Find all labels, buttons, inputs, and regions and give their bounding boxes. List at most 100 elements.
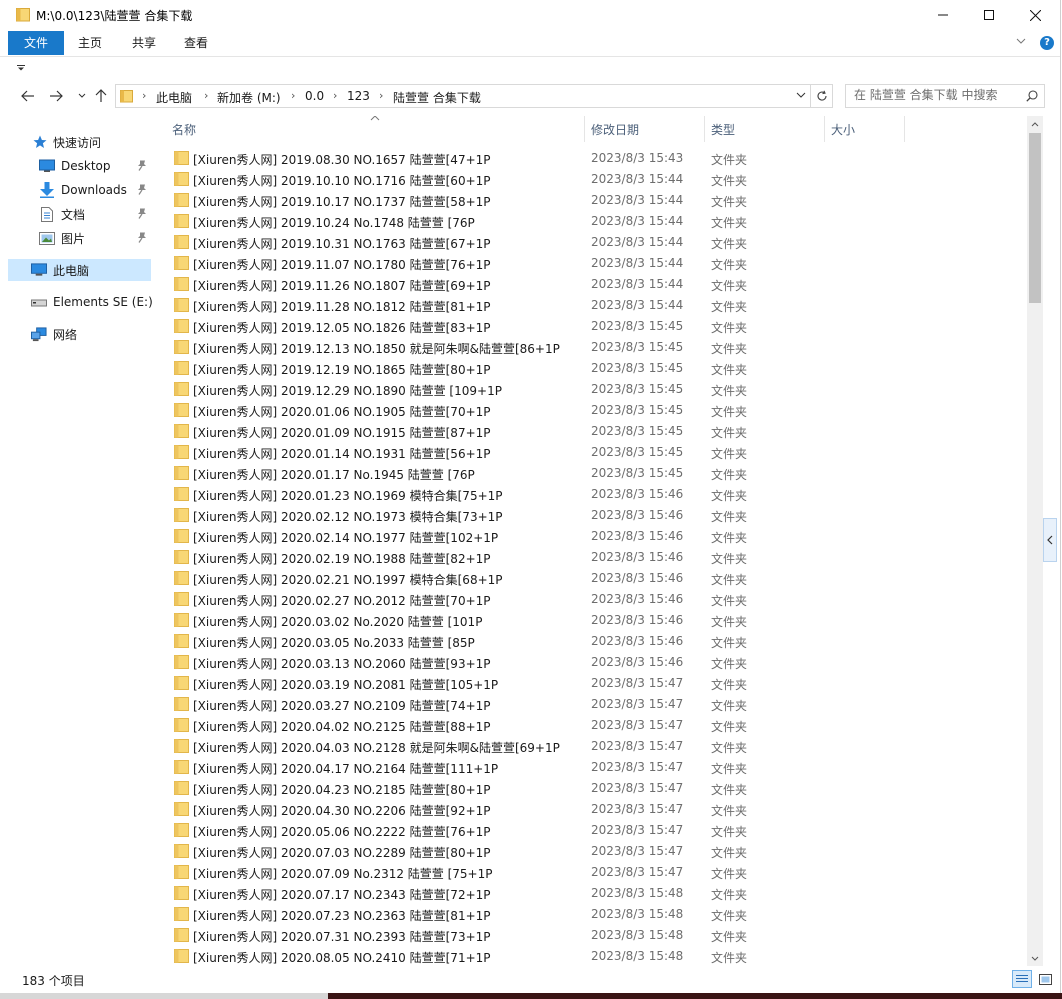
table-row[interactable]: [Xiuren秀人网] 2020.03.19 NO.2081 陆萱萱[105+1…: [155, 673, 1027, 694]
table-row[interactable]: [Xiuren秀人网] 2020.03.02 No.2020 陆萱萱 [101P…: [155, 610, 1027, 631]
table-row[interactable]: [Xiuren秀人网] 2020.04.03 NO.2128 就是阿朱啊&陆萱萱…: [155, 736, 1027, 757]
table-row[interactable]: [Xiuren秀人网] 2020.01.14 NO.1931 陆萱萱[56+1P…: [155, 442, 1027, 463]
table-row[interactable]: [Xiuren秀人网] 2020.02.19 NO.1988 陆萱萱[82+1P…: [155, 547, 1027, 568]
table-row[interactable]: [Xiuren秀人网] 2020.04.02 NO.2125 陆萱萱[88+1P…: [155, 715, 1027, 736]
table-row[interactable]: [Xiuren秀人网] 2020.03.13 NO.2060 陆萱萱[93+1P…: [155, 652, 1027, 673]
table-row[interactable]: [Xiuren秀人网] 2020.04.23 NO.2185 陆萱萱[80+1P…: [155, 778, 1027, 799]
table-row[interactable]: [Xiuren秀人网] 2020.07.03 NO.2289 陆萱萱[80+1P…: [155, 841, 1027, 862]
column-divider[interactable]: [704, 116, 705, 142]
table-row[interactable]: [Xiuren秀人网] 2019.12.13 NO.1850 就是阿朱啊&陆萱萱…: [155, 337, 1027, 358]
breadcrumb-separator[interactable]: ›: [291, 89, 295, 102]
table-row[interactable]: [Xiuren秀人网] 2019.10.31 NO.1763 陆萱萱[67+1P…: [155, 232, 1027, 253]
table-row[interactable]: [Xiuren秀人网] 2020.07.09 No.2312 陆萱萱 [75+1…: [155, 862, 1027, 883]
column-divider[interactable]: [904, 116, 905, 142]
table-row[interactable]: [Xiuren秀人网] 2020.02.21 NO.1997 模特合集[68+1…: [155, 568, 1027, 589]
column-name[interactable]: 名称: [172, 121, 196, 138]
table-row[interactable]: [Xiuren秀人网] 2019.10.10 NO.1716 陆萱萱[60+1P…: [155, 169, 1027, 190]
file-type: 文件夹: [711, 510, 748, 524]
forward-button[interactable]: [46, 86, 66, 106]
sidebar-item-this-pc[interactable]: 此电脑: [8, 259, 151, 281]
breadcrumb-current-folder[interactable]: 陆萱萱 合集下载: [393, 89, 481, 106]
column-date-modified[interactable]: 修改日期: [591, 121, 639, 138]
table-row[interactable]: [Xiuren秀人网] 2020.03.27 NO.2109 陆萱萱[74+1P…: [155, 694, 1027, 715]
table-row[interactable]: [Xiuren秀人网] 2020.01.23 NO.1969 模特合集[75+1…: [155, 484, 1027, 505]
sidebar-item-desktop[interactable]: Desktop: [8, 155, 151, 177]
sidebar-item-downloads[interactable]: Downloads: [8, 179, 151, 201]
breadcrumb-folder-123[interactable]: 123: [347, 89, 370, 103]
back-button[interactable]: [18, 86, 38, 106]
help-icon[interactable]: ?: [1040, 36, 1054, 50]
tab-home[interactable]: 主页: [70, 31, 110, 55]
pin-icon[interactable]: [137, 160, 147, 171]
column-divider[interactable]: [584, 116, 585, 142]
column-size[interactable]: 大小: [831, 121, 855, 138]
table-row[interactable]: [Xiuren秀人网] 2020.04.30 NO.2206 陆萱萱[92+1P…: [155, 799, 1027, 820]
sidebar-item-elements-drive[interactable]: Elements SE (E:): [8, 291, 153, 313]
preview-pane-toggle[interactable]: [1043, 518, 1057, 562]
sidebar-item-documents[interactable]: 文档: [8, 203, 151, 225]
pin-icon[interactable]: [137, 208, 147, 219]
table-row[interactable]: [Xiuren秀人网] 2020.07.31 NO.2393 陆萱萱[73+1P…: [155, 925, 1027, 946]
table-row[interactable]: [Xiuren秀人网] 2019.12.29 NO.1890 陆萱萱 [109+…: [155, 379, 1027, 400]
file-date-modified: 2023/8/3 15:48: [591, 907, 684, 921]
chevron-down-icon[interactable]: [796, 92, 806, 98]
sidebar-item-pictures[interactable]: 图片: [8, 227, 151, 249]
breadcrumb-drive[interactable]: 新加卷 (M:): [217, 89, 281, 106]
up-button[interactable]: [91, 86, 111, 106]
table-row[interactable]: [Xiuren秀人网] 2020.02.27 NO.2012 陆萱萱[70+1P…: [155, 589, 1027, 610]
table-row[interactable]: [Xiuren秀人网] 2019.10.17 NO.1737 陆萱萱[58+1P…: [155, 190, 1027, 211]
recent-locations-button[interactable]: [72, 86, 92, 106]
vertical-scrollbar[interactable]: [1027, 116, 1043, 966]
minimize-button[interactable]: [920, 0, 966, 30]
scroll-down-button[interactable]: [1027, 950, 1043, 966]
breadcrumb-folder-0-0[interactable]: 0.0: [305, 89, 324, 103]
sidebar-item-quick-access[interactable]: 快速访问: [8, 131, 151, 153]
customize-toolbar-icon[interactable]: [17, 65, 25, 71]
table-row[interactable]: [Xiuren秀人网] 2020.03.05 No.2033 陆萱萱 [85P …: [155, 631, 1027, 652]
scroll-up-button[interactable]: [1027, 116, 1043, 132]
column-type[interactable]: 类型: [711, 121, 735, 138]
table-row[interactable]: [Xiuren秀人网] 2019.11.26 NO.1807 陆萱萱[69+1P…: [155, 274, 1027, 295]
chevron-down-icon[interactable]: [1016, 38, 1026, 44]
breadcrumb-this-pc[interactable]: 此电脑: [156, 89, 192, 106]
scrollbar-thumb[interactable]: [1029, 133, 1041, 303]
table-row[interactable]: [Xiuren秀人网] 2020.05.06 NO.2222 陆萱萱[76+1P…: [155, 820, 1027, 841]
tab-share[interactable]: 共享: [124, 31, 164, 55]
table-row[interactable]: [Xiuren秀人网] 2020.08.05 NO.2410 陆萱萱[71+1P…: [155, 946, 1027, 966]
table-row[interactable]: [Xiuren秀人网] 2019.12.19 NO.1865 陆萱萱[80+1P…: [155, 358, 1027, 379]
table-row[interactable]: [Xiuren秀人网] 2019.11.07 NO.1780 陆萱萱[76+1P…: [155, 253, 1027, 274]
search-input[interactable]: [854, 88, 1014, 102]
breadcrumb-separator[interactable]: ›: [333, 89, 337, 102]
table-row[interactable]: [Xiuren秀人网] 2020.07.23 NO.2363 陆萱萱[81+1P…: [155, 904, 1027, 925]
large-icons-view-button[interactable]: [1036, 970, 1054, 988]
close-button[interactable]: [1012, 0, 1058, 30]
search-box[interactable]: [845, 84, 1045, 108]
folder-icon: [174, 445, 189, 459]
column-divider[interactable]: [824, 116, 825, 142]
tab-view[interactable]: 查看: [176, 31, 216, 55]
table-row[interactable]: [Xiuren秀人网] 2020.07.17 NO.2343 陆萱萱[72+1P…: [155, 883, 1027, 904]
breadcrumb-separator[interactable]: ›: [142, 89, 146, 102]
table-row[interactable]: [Xiuren秀人网] 2020.01.09 NO.1915 陆萱萱[87+1P…: [155, 421, 1027, 442]
sidebar-item-network[interactable]: 网络: [8, 323, 151, 345]
table-row[interactable]: [Xiuren秀人网] 2019.10.24 No.1748 陆萱萱 [76P …: [155, 211, 1027, 232]
pin-icon[interactable]: [137, 232, 147, 243]
breadcrumb-separator[interactable]: ›: [379, 89, 383, 102]
file-name: [Xiuren秀人网] 2020.07.09 No.2312 陆萱萱 [75+1…: [193, 867, 493, 881]
address-bar[interactable]: › 此电脑 › 新加卷 (M:) › 0.0 › 123 › 陆萱萱 合集下载: [115, 84, 811, 108]
breadcrumb-separator[interactable]: ›: [204, 89, 208, 102]
table-row[interactable]: [Xiuren秀人网] 2020.02.12 NO.1973 模特合集[73+1…: [155, 505, 1027, 526]
refresh-button[interactable]: [811, 84, 833, 108]
table-row[interactable]: [Xiuren秀人网] 2020.02.14 NO.1977 陆萱萱[102+1…: [155, 526, 1027, 547]
table-row[interactable]: [Xiuren秀人网] 2019.12.05 NO.1826 陆萱萱[83+1P…: [155, 316, 1027, 337]
table-row[interactable]: [Xiuren秀人网] 2020.01.06 NO.1905 陆萱萱[70+1P…: [155, 400, 1027, 421]
details-view-button[interactable]: [1012, 970, 1032, 988]
table-row[interactable]: [Xiuren秀人网] 2019.11.28 NO.1812 陆萱萱[81+1P…: [155, 295, 1027, 316]
table-row[interactable]: [Xiuren秀人网] 2019.08.30 NO.1657 陆萱萱[47+1P…: [155, 148, 1027, 169]
maximize-button[interactable]: [966, 0, 1012, 30]
tab-file[interactable]: 文件: [8, 31, 64, 55]
search-icon[interactable]: [1026, 90, 1038, 102]
pin-icon[interactable]: [137, 184, 147, 195]
table-row[interactable]: [Xiuren秀人网] 2020.01.17 No.1945 陆萱萱 [76P …: [155, 463, 1027, 484]
table-row[interactable]: [Xiuren秀人网] 2020.04.17 NO.2164 陆萱萱[111+1…: [155, 757, 1027, 778]
